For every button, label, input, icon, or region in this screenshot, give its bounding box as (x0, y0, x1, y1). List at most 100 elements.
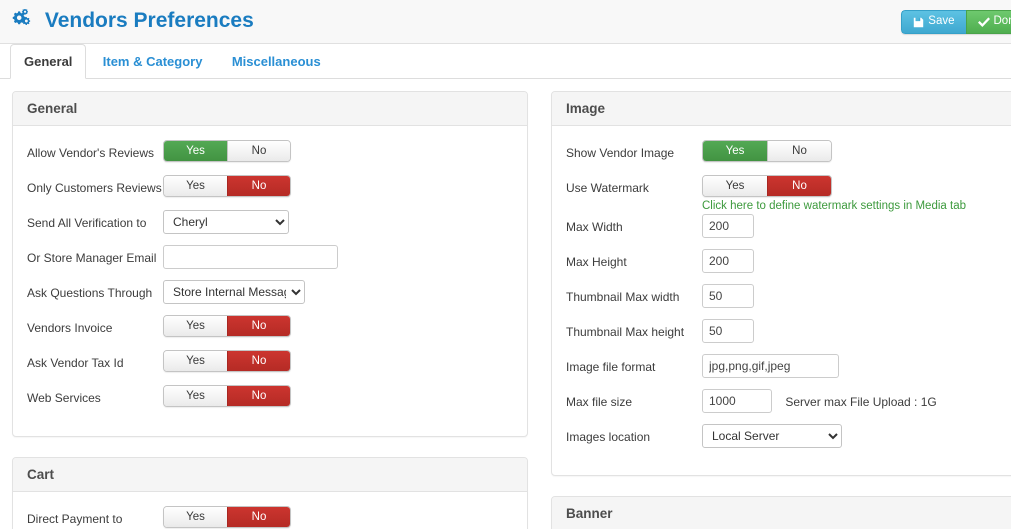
field-direct-payment-to-vendor: Direct Payment to Vendor Yes No (27, 504, 513, 529)
field-store-manager-email: Or Store Manager Email (27, 243, 513, 278)
thumbnail-max-height-input[interactable] (702, 319, 754, 343)
save-button[interactable]: Save (901, 10, 966, 34)
field-label: Ask Vendor Tax Id (27, 356, 124, 370)
panel-image-title: Image (552, 92, 1011, 126)
toggle-vendors-invoice[interactable]: Yes No (163, 315, 291, 337)
select-images-location[interactable]: Local Server (702, 424, 842, 448)
watermark-settings-link[interactable]: Click here to define watermark settings … (702, 200, 1011, 212)
panel-general-body: Allow Vendor's Reviews Yes No Only Custo… (13, 126, 527, 436)
field-label: Ask Questions Through (27, 286, 153, 300)
field-label: Max file size (566, 395, 633, 409)
thumbnail-max-width-input[interactable] (702, 284, 754, 308)
field-web-services: Web Services Yes No (27, 383, 513, 418)
max-file-size-input[interactable] (702, 389, 772, 413)
field-label: Allow Vendor's Reviews (27, 146, 155, 160)
field-max-file-size: Max file size Server max File Upload : 1… (566, 387, 1011, 422)
field-max-height: Max Height (566, 247, 1011, 282)
panel-cart-title: Cart (13, 458, 527, 492)
header-actions: Save Done (901, 10, 1011, 34)
field-label: Or Store Manager Email (27, 251, 157, 265)
done-button[interactable]: Done (965, 10, 1011, 34)
page-header: Vendors Preferences Save Done (0, 0, 1011, 44)
field-image-file-format: Image file format (566, 352, 1011, 387)
field-show-vendor-image: Show Vendor Image Yes No (566, 138, 1011, 173)
toggle-direct-payment-to-vendor[interactable]: Yes No (163, 506, 291, 528)
toggle-web-services[interactable]: Yes No (163, 385, 291, 407)
toggle-no[interactable]: No (767, 176, 831, 196)
toggle-no[interactable]: No (227, 141, 290, 161)
panel-image: Image Show Vendor Image Yes No Use Water… (551, 91, 1011, 476)
field-ask-vendor-tax-id: Ask Vendor Tax Id Yes No (27, 348, 513, 383)
toggle-show-vendor-image[interactable]: Yes No (702, 140, 832, 162)
field-use-watermark: Use Watermark Yes No Click here to defin… (566, 173, 1011, 212)
toggle-only-customers-reviews[interactable]: Yes No (163, 175, 291, 197)
field-label: Send All Verification to (27, 216, 147, 230)
field-label: Thumbnail Max width (566, 290, 680, 304)
toggle-no[interactable]: No (767, 141, 831, 161)
page-title: Vendors Preferences (12, 6, 254, 38)
field-label: Direct Payment to Vendor (27, 512, 123, 529)
panel-banner-title: Banner (552, 497, 1011, 529)
toggle-yes[interactable]: Yes (164, 351, 227, 371)
floppy-disk-icon (913, 17, 924, 28)
toggle-yes[interactable]: Yes (164, 176, 227, 196)
field-label: Only Customers Reviews (27, 181, 162, 195)
store-manager-email-input[interactable] (163, 245, 338, 269)
field-send-all-verification-to: Send All Verification to Cheryl (27, 208, 513, 243)
toggle-yes[interactable]: Yes (164, 141, 227, 161)
image-file-format-input[interactable] (702, 354, 839, 378)
left-column: General Allow Vendor's Reviews Yes No On… (12, 91, 528, 529)
toggle-yes[interactable]: Yes (164, 316, 227, 336)
save-button-label: Save (928, 15, 955, 28)
field-allow-vendors-reviews: Allow Vendor's Reviews Yes No (27, 138, 513, 173)
field-label: Use Watermark (566, 181, 649, 195)
toggle-yes[interactable]: Yes (703, 176, 767, 196)
field-images-location: Images location Local Server (566, 422, 1011, 457)
toggle-no[interactable]: No (227, 176, 290, 196)
toggle-allow-vendors-reviews[interactable]: Yes No (163, 140, 291, 162)
panel-banner: Banner (551, 496, 1011, 529)
panel-cart-body: Direct Payment to Vendor Yes No (13, 492, 527, 529)
done-button-label: Done (993, 15, 1011, 28)
field-only-customers-reviews: Only Customers Reviews Yes No (27, 173, 513, 208)
toggle-use-watermark[interactable]: Yes No (702, 175, 832, 197)
select-ask-questions-through[interactable]: Store Internal Messaging (163, 280, 305, 304)
server-max-upload-note: Server max File Upload : 1G (785, 394, 937, 409)
tab-item-category[interactable]: Item & Category (90, 45, 216, 80)
check-icon (977, 16, 990, 28)
toggle-no[interactable]: No (227, 507, 290, 527)
panel-image-body: Show Vendor Image Yes No Use Watermark Y… (552, 126, 1011, 475)
toggle-ask-vendor-tax-id[interactable]: Yes No (163, 350, 291, 372)
max-height-input[interactable] (702, 249, 754, 273)
field-thumbnail-max-width: Thumbnail Max width (566, 282, 1011, 317)
content-area: General Allow Vendor's Reviews Yes No On… (0, 79, 1011, 529)
field-label: Show Vendor Image (566, 146, 675, 160)
toggle-yes[interactable]: Yes (164, 507, 227, 527)
field-max-width: Max Width (566, 212, 1011, 247)
toggle-yes[interactable]: Yes (703, 141, 767, 161)
tab-miscellaneous[interactable]: Miscellaneous (219, 45, 334, 80)
field-ask-questions-through: Ask Questions Through Store Internal Mes… (27, 278, 513, 313)
cogs-icon (12, 8, 34, 38)
field-label: Image file format (566, 360, 656, 374)
toggle-yes[interactable]: Yes (164, 386, 227, 406)
select-send-verification-to[interactable]: Cheryl (163, 210, 289, 234)
field-vendors-invoice: Vendors Invoice Yes No (27, 313, 513, 348)
field-label: Vendors Invoice (27, 321, 113, 335)
panel-cart: Cart Direct Payment to Vendor Yes No (12, 457, 528, 529)
field-label: Web Services (27, 391, 101, 405)
toggle-no[interactable]: No (227, 316, 290, 336)
toggle-no[interactable]: No (227, 351, 290, 371)
max-width-input[interactable] (702, 214, 754, 238)
field-thumbnail-max-height: Thumbnail Max height (566, 317, 1011, 352)
page-title-text: Vendors Preferences (44, 9, 254, 32)
field-label: Max Width (566, 220, 623, 234)
right-column: Image Show Vendor Image Yes No Use Water… (551, 91, 1011, 529)
field-label: Images location (566, 430, 651, 444)
tab-bar: General Item & Category Miscellaneous (0, 44, 1011, 79)
tab-general[interactable]: General (10, 44, 87, 79)
toggle-no[interactable]: No (227, 386, 290, 406)
panel-general: General Allow Vendor's Reviews Yes No On… (12, 91, 528, 437)
field-label: Thumbnail Max height (566, 325, 685, 339)
field-label: Max Height (566, 255, 627, 269)
